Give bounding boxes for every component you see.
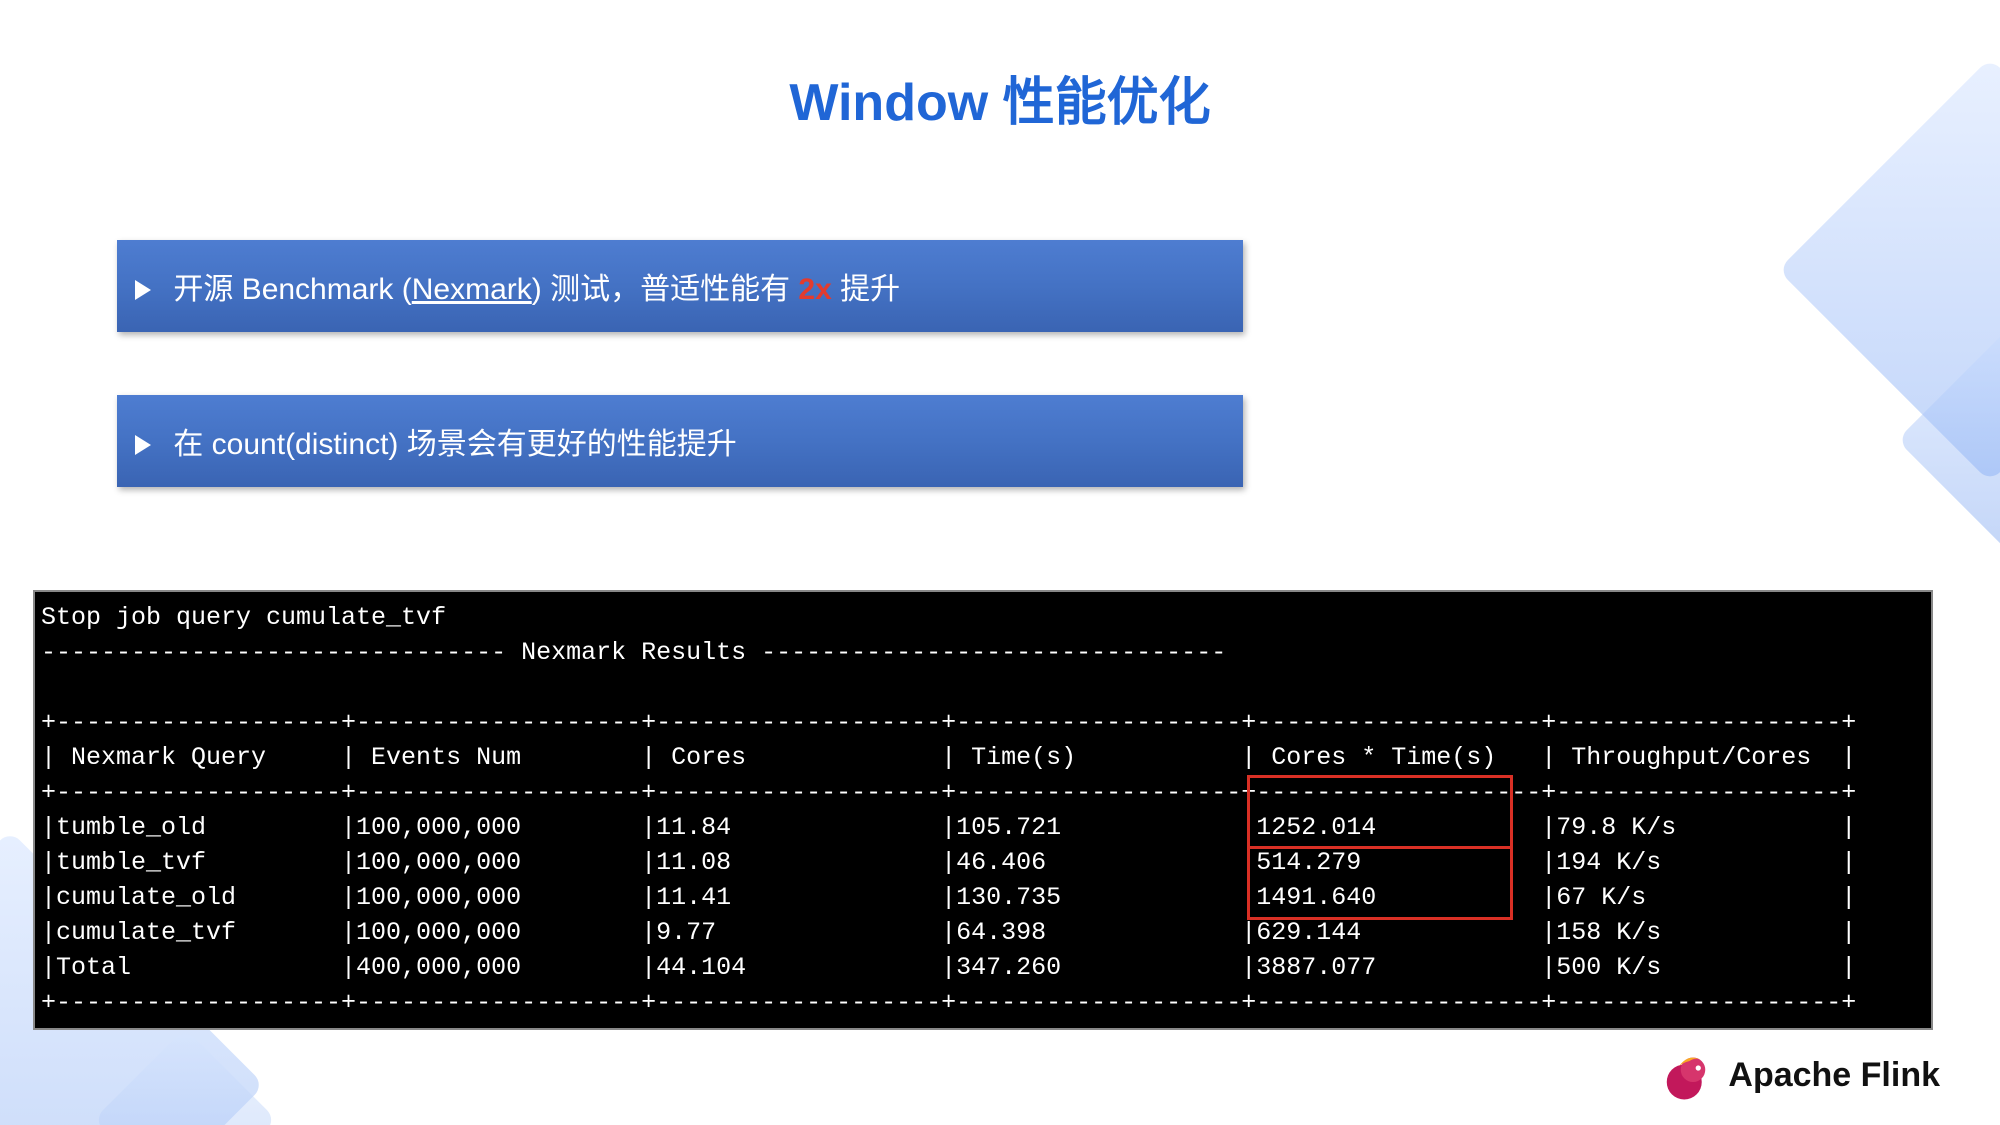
terminal-line: | Nexmark Query | Events Num | Cores | T… bbox=[41, 743, 1856, 772]
footer-brand: Apache Flink bbox=[1658, 1047, 1940, 1103]
slide-title: Window 性能优化 bbox=[0, 60, 2000, 135]
terminal-output: Stop job query cumulate_tvf ------------… bbox=[33, 590, 1933, 1030]
bullet-text: 在 count(distinct) 场景会有更好的性能提升 bbox=[173, 428, 736, 461]
terminal-pre: Stop job query cumulate_tvf ------------… bbox=[41, 600, 1925, 1020]
terminal-line: Stop job query cumulate_tvf bbox=[41, 603, 446, 632]
nexmark-link[interactable]: Nexmark bbox=[412, 273, 532, 306]
terminal-line: ------------------------------- Nexmark … bbox=[41, 638, 1226, 667]
bullet-benchmark: 开源 Benchmark (Nexmark) 测试，普适性能有 2x 提升 bbox=[117, 240, 1243, 332]
flink-logo-icon bbox=[1658, 1047, 1714, 1103]
highlight-2x: 2x bbox=[798, 273, 831, 306]
table-row: |tumble_old |100,000,000 |11.84 |105.721… bbox=[41, 813, 1856, 842]
table-row: |Total |400,000,000 |44.104 |347.260 |38… bbox=[41, 953, 1856, 982]
terminal-line: +-------------------+-------------------… bbox=[41, 708, 1856, 737]
table-row: |tumble_tvf |100,000,000 |11.08 |46.406 … bbox=[41, 848, 1856, 877]
triangle-bullet-icon bbox=[135, 280, 151, 300]
terminal-line: +-------------------+-------------------… bbox=[41, 778, 1856, 807]
bullet-text: 提升 bbox=[832, 273, 900, 306]
footer-text: Apache Flink bbox=[1728, 1056, 1940, 1095]
bullet-count-distinct: 在 count(distinct) 场景会有更好的性能提升 bbox=[117, 395, 1243, 487]
terminal-line: +-------------------+-------------------… bbox=[41, 988, 1856, 1017]
triangle-bullet-icon bbox=[135, 435, 151, 455]
bullet-text: 开源 Benchmark ( bbox=[173, 273, 411, 306]
slide: Window 性能优化 开源 Benchmark (Nexmark) 测试，普适… bbox=[0, 0, 2000, 1125]
bullet-text: ) 测试，普适性能有 bbox=[532, 273, 799, 306]
table-row: |cumulate_tvf |100,000,000 |9.77 |64.398… bbox=[41, 918, 1856, 947]
table-row: |cumulate_old |100,000,000 |11.41 |130.7… bbox=[41, 883, 1856, 912]
